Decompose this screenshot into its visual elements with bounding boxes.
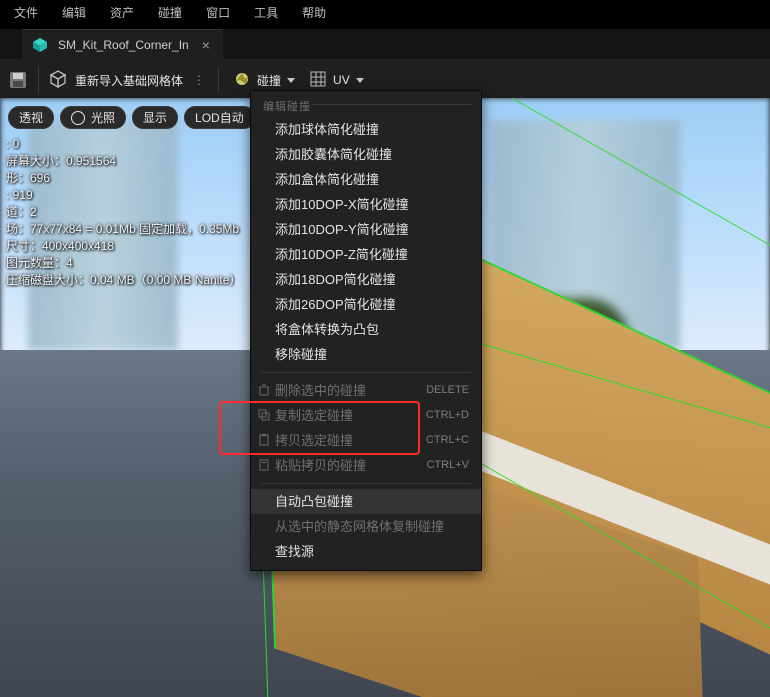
menu-auto-convex[interactable]: 自动凸包碰撞 <box>251 489 481 514</box>
lighting-pill[interactable]: 光照 <box>60 106 126 129</box>
main-menubar: 文件 编辑 资产 碰撞 窗口 工具 帮助 <box>0 0 770 29</box>
uv-dropdown[interactable]: UV <box>309 70 364 91</box>
menu-separator <box>261 372 471 373</box>
display-pill[interactable]: 显示 <box>132 106 178 129</box>
menu-copy-selected: 拷贝选定碰撞CTRL+C <box>251 428 481 453</box>
reimport-icon <box>49 70 67 91</box>
viewport-toolbar: 透视 光照 显示 LOD自动 <box>8 106 255 129</box>
duplicate-icon <box>257 408 271 422</box>
menu-add-10dop-z[interactable]: 添加10DOP-Z简化碰撞 <box>251 242 481 267</box>
menu-copy-from-mesh: 从选中的静态网格体复制碰撞 <box>251 514 481 539</box>
menu-help[interactable]: 帮助 <box>302 4 326 21</box>
collision-menu: 编辑碰撞 添加球体简化碰撞 添加胶囊体简化碰撞 添加盒体简化碰撞 添加10DOP… <box>250 90 482 571</box>
menu-remove-collision[interactable]: 移除碰撞 <box>251 342 481 367</box>
lod-pill[interactable]: LOD自动 <box>184 106 255 129</box>
menu-window[interactable]: 窗口 <box>206 4 230 21</box>
menu-tools[interactable]: 工具 <box>254 4 278 21</box>
tab-label: SM_Kit_Roof_Corner_In <box>58 38 189 52</box>
lighting-label: 光照 <box>91 109 115 126</box>
menu-edit[interactable]: 编辑 <box>62 4 86 21</box>
trash-icon <box>257 383 271 397</box>
uv-grid-icon <box>309 70 327 91</box>
menu-add-capsule[interactable]: 添加胶囊体简化碰撞 <box>251 142 481 167</box>
menu-delete-selected: 删除选中的碰撞DELETE <box>251 378 481 403</box>
perspective-pill[interactable]: 透视 <box>8 106 54 129</box>
menu-add-10dop-y[interactable]: 添加10DOP-Y简化碰撞 <box>251 217 481 242</box>
copy-icon <box>257 433 271 447</box>
menu-paste-copied: 粘贴拷贝的碰撞CTRL+V <box>251 453 481 478</box>
reimport-more-icon[interactable]: ⋮ <box>191 73 208 87</box>
perspective-label: 透视 <box>19 109 43 126</box>
tab-close-icon[interactable]: × <box>199 37 213 53</box>
sun-icon <box>71 111 85 125</box>
menu-add-10dop-x[interactable]: 添加10DOP-X简化碰撞 <box>251 192 481 217</box>
reimport-label: 重新导入基础网格体 <box>75 72 183 89</box>
lod-label: LOD自动 <box>195 109 244 126</box>
menu-find-source[interactable]: 查找源 <box>251 539 481 564</box>
menu-add-18dop[interactable]: 添加18DOP简化碰撞 <box>251 267 481 292</box>
menu-add-box[interactable]: 添加盒体简化碰撞 <box>251 167 481 192</box>
asset-tab[interactable]: SM_Kit_Roof_Corner_In × <box>22 29 223 60</box>
chevron-down-icon <box>287 78 295 83</box>
static-mesh-icon <box>32 37 48 53</box>
save-icon[interactable] <box>8 70 28 90</box>
menu-asset[interactable]: 资产 <box>110 4 134 21</box>
tab-bar: SM_Kit_Roof_Corner_In × <box>0 29 770 59</box>
menu-add-sphere[interactable]: 添加球体简化碰撞 <box>251 117 481 142</box>
menu-box-to-convex[interactable]: 将盒体转换为凸包 <box>251 317 481 342</box>
toolbar-separator <box>218 67 219 93</box>
collision-label: 碰撞 <box>257 72 281 89</box>
uv-label: UV <box>333 73 350 87</box>
menu-file[interactable]: 文件 <box>14 4 38 21</box>
chevron-down-icon <box>356 78 364 83</box>
menu-collision[interactable]: 碰撞 <box>158 4 182 21</box>
viewport-stats: : 0 屏幕大小：0.951564 形：696 : 919 道：2 场：77x7… <box>6 136 241 289</box>
menu-add-26dop[interactable]: 添加26DOP简化碰撞 <box>251 292 481 317</box>
reimport-button[interactable]: 重新导入基础网格体 ⋮ <box>49 70 208 91</box>
toolbar-separator <box>38 67 39 93</box>
menu-separator <box>261 483 471 484</box>
menu-section-header: 编辑碰撞 <box>251 91 481 117</box>
display-label: 显示 <box>143 109 167 126</box>
collision-icon <box>233 70 251 91</box>
menu-duplicate-selected: 复制选定碰撞CTRL+D <box>251 403 481 428</box>
paste-icon <box>257 458 271 472</box>
